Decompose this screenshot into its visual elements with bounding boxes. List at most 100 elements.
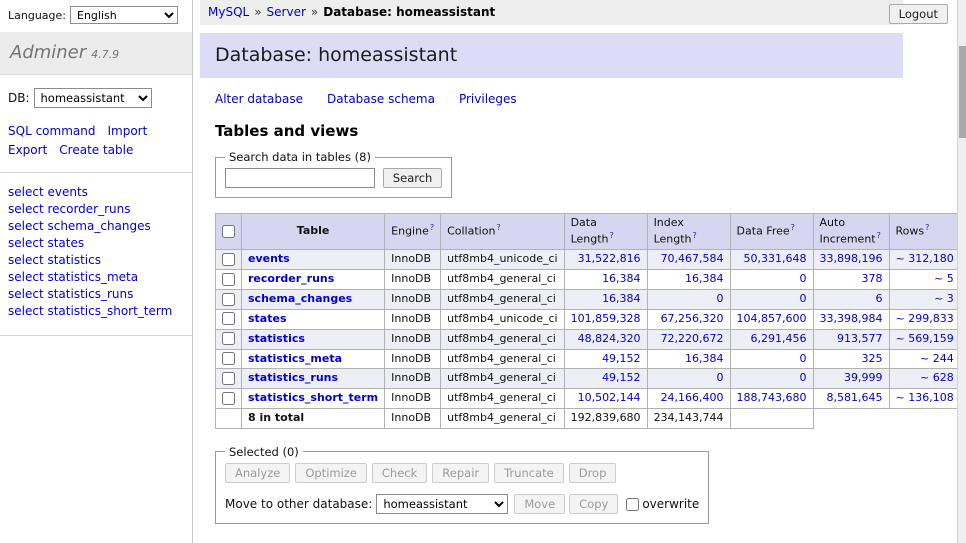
help-link[interactable]: ? [430, 223, 434, 232]
rows-link[interactable]: ~ 569,159 [896, 332, 954, 345]
select-all-checkbox[interactable] [222, 225, 235, 238]
row-checkbox[interactable] [222, 352, 235, 365]
repair-button[interactable]: Repair [432, 463, 489, 483]
auto-increment-link[interactable]: 378 [862, 272, 883, 285]
check-button[interactable]: Check [372, 463, 427, 483]
data-free-link[interactable]: 188,743,680 [737, 391, 807, 404]
sidebar-table-link[interactable]: select states [8, 236, 184, 250]
sidebar-table-link[interactable]: select statistics_short_term [8, 304, 184, 318]
sidebar-table-link[interactable]: select statistics_meta [8, 270, 184, 284]
optimize-button[interactable]: Optimize [295, 463, 367, 483]
data-length-link[interactable]: 16,384 [602, 272, 641, 285]
breadcrumb-server-link[interactable]: Server [267, 5, 306, 19]
index-length-link[interactable]: 0 [717, 292, 724, 305]
data-length-link[interactable]: 48,824,320 [578, 332, 641, 345]
search-button[interactable]: Search [383, 168, 443, 188]
auto-increment-link[interactable]: 8,581,645 [827, 391, 883, 404]
data-free-link[interactable]: 104,857,600 [737, 312, 807, 325]
move-db-select[interactable]: homeassistant [376, 494, 508, 514]
auto-increment-link[interactable]: 325 [862, 352, 883, 365]
row-checkbox[interactable] [222, 293, 235, 306]
table-name-link[interactable]: statistics_short_term [248, 391, 378, 404]
auto-increment-link[interactable]: 33,398,984 [820, 312, 883, 325]
breadcrumb-mysql-link[interactable]: MySQL [208, 5, 249, 19]
auto-increment-link[interactable]: 39,999 [844, 371, 883, 384]
index-length-link[interactable]: 16,384 [685, 352, 724, 365]
row-checkbox[interactable] [222, 253, 235, 266]
copy-button[interactable]: Copy [569, 494, 618, 514]
data-length-link[interactable]: 49,152 [602, 371, 641, 384]
sidebar-table-link[interactable]: select recorder_runs [8, 202, 184, 216]
auto-increment-link[interactable]: 33,898,196 [820, 252, 883, 265]
sql-command-link[interactable]: SQL command [8, 124, 95, 138]
privileges-link[interactable]: Privileges [459, 92, 517, 106]
search-input[interactable] [225, 168, 375, 188]
data-free-link[interactable]: 0 [800, 272, 807, 285]
database-schema-link[interactable]: Database schema [327, 92, 435, 106]
index-length-link[interactable]: 72,220,672 [661, 332, 724, 345]
help-link[interactable]: ? [791, 223, 795, 232]
rows-link[interactable]: ~ 136,108 [896, 391, 954, 404]
index-length-link[interactable]: 67,256,320 [661, 312, 724, 325]
data-length-link[interactable]: 31,522,816 [578, 252, 641, 265]
truncate-button[interactable]: Truncate [494, 463, 564, 483]
analyze-button[interactable]: Analyze [225, 463, 290, 483]
table-name-link[interactable]: recorder_runs [248, 272, 334, 285]
logout-button[interactable]: Logout [889, 4, 948, 24]
index-length-link[interactable]: 0 [717, 371, 724, 384]
overwrite-checkbox[interactable] [626, 498, 639, 511]
import-link[interactable]: Import [107, 124, 147, 138]
sidebar-table-link[interactable]: select schema_changes [8, 219, 184, 233]
index-length-link[interactable]: 16,384 [685, 272, 724, 285]
row-checkbox[interactable] [222, 312, 235, 325]
row-checkbox[interactable] [222, 392, 235, 405]
rows-link[interactable]: ~ 244 [920, 352, 954, 365]
rows-link[interactable]: ~ 628 [920, 371, 954, 384]
auto-increment-link[interactable]: 6 [876, 292, 883, 305]
rows-link[interactable]: ~ 5 [934, 272, 954, 285]
row-checkbox[interactable] [222, 372, 235, 385]
rows-link[interactable]: ~ 299,833 [896, 312, 954, 325]
export-link[interactable]: Export [8, 143, 47, 157]
scrollbar-thumb[interactable] [959, 46, 966, 138]
data-free-link[interactable]: 6,291,456 [751, 332, 807, 345]
rows-link[interactable]: ~ 312,180 [896, 252, 954, 265]
table-name-link[interactable]: events [248, 252, 290, 265]
data-length-link[interactable]: 16,384 [602, 292, 641, 305]
move-button[interactable]: Move [514, 494, 565, 514]
drop-button[interactable]: Drop [569, 463, 617, 483]
app-name[interactable]: Adminer [10, 42, 86, 63]
help-link[interactable]: ? [693, 231, 697, 240]
sidebar-table-link[interactable]: select statistics_runs [8, 287, 184, 301]
data-length-link[interactable]: 10,502,144 [578, 391, 641, 404]
db-select[interactable]: homeassistant [34, 88, 152, 108]
table-name-link[interactable]: schema_changes [248, 292, 352, 305]
auto-increment-link[interactable]: 913,577 [837, 332, 883, 345]
row-checkbox[interactable] [222, 332, 235, 345]
scrollbar[interactable] [957, 0, 966, 543]
create-table-sidebar-link[interactable]: Create table [59, 143, 133, 157]
data-free-link[interactable]: 0 [800, 371, 807, 384]
help-link[interactable]: ? [610, 231, 614, 240]
help-link[interactable]: ? [925, 223, 929, 232]
data-length-link[interactable]: 49,152 [602, 352, 641, 365]
data-free-link[interactable]: 0 [800, 292, 807, 305]
help-link[interactable]: ? [877, 231, 881, 240]
table-name-link[interactable]: statistics_meta [248, 352, 342, 365]
language-select[interactable]: English [70, 6, 178, 24]
row-checkbox[interactable] [222, 273, 235, 286]
data-free-link[interactable]: 50,331,648 [744, 252, 807, 265]
db-label: DB: [8, 91, 30, 105]
table-name-link[interactable]: statistics [248, 332, 305, 345]
alter-database-link[interactable]: Alter database [215, 92, 303, 106]
table-name-link[interactable]: states [248, 312, 287, 325]
table-name-link[interactable]: statistics_runs [248, 371, 338, 384]
sidebar-table-link[interactable]: select statistics [8, 253, 184, 267]
index-length-link[interactable]: 70,467,584 [661, 252, 724, 265]
rows-link[interactable]: ~ 3 [934, 292, 954, 305]
help-link[interactable]: ? [496, 223, 500, 232]
data-length-link[interactable]: 101,859,328 [571, 312, 641, 325]
sidebar-table-link[interactable]: select events [8, 185, 184, 199]
index-length-link[interactable]: 24,166,400 [661, 391, 724, 404]
data-free-link[interactable]: 0 [800, 352, 807, 365]
